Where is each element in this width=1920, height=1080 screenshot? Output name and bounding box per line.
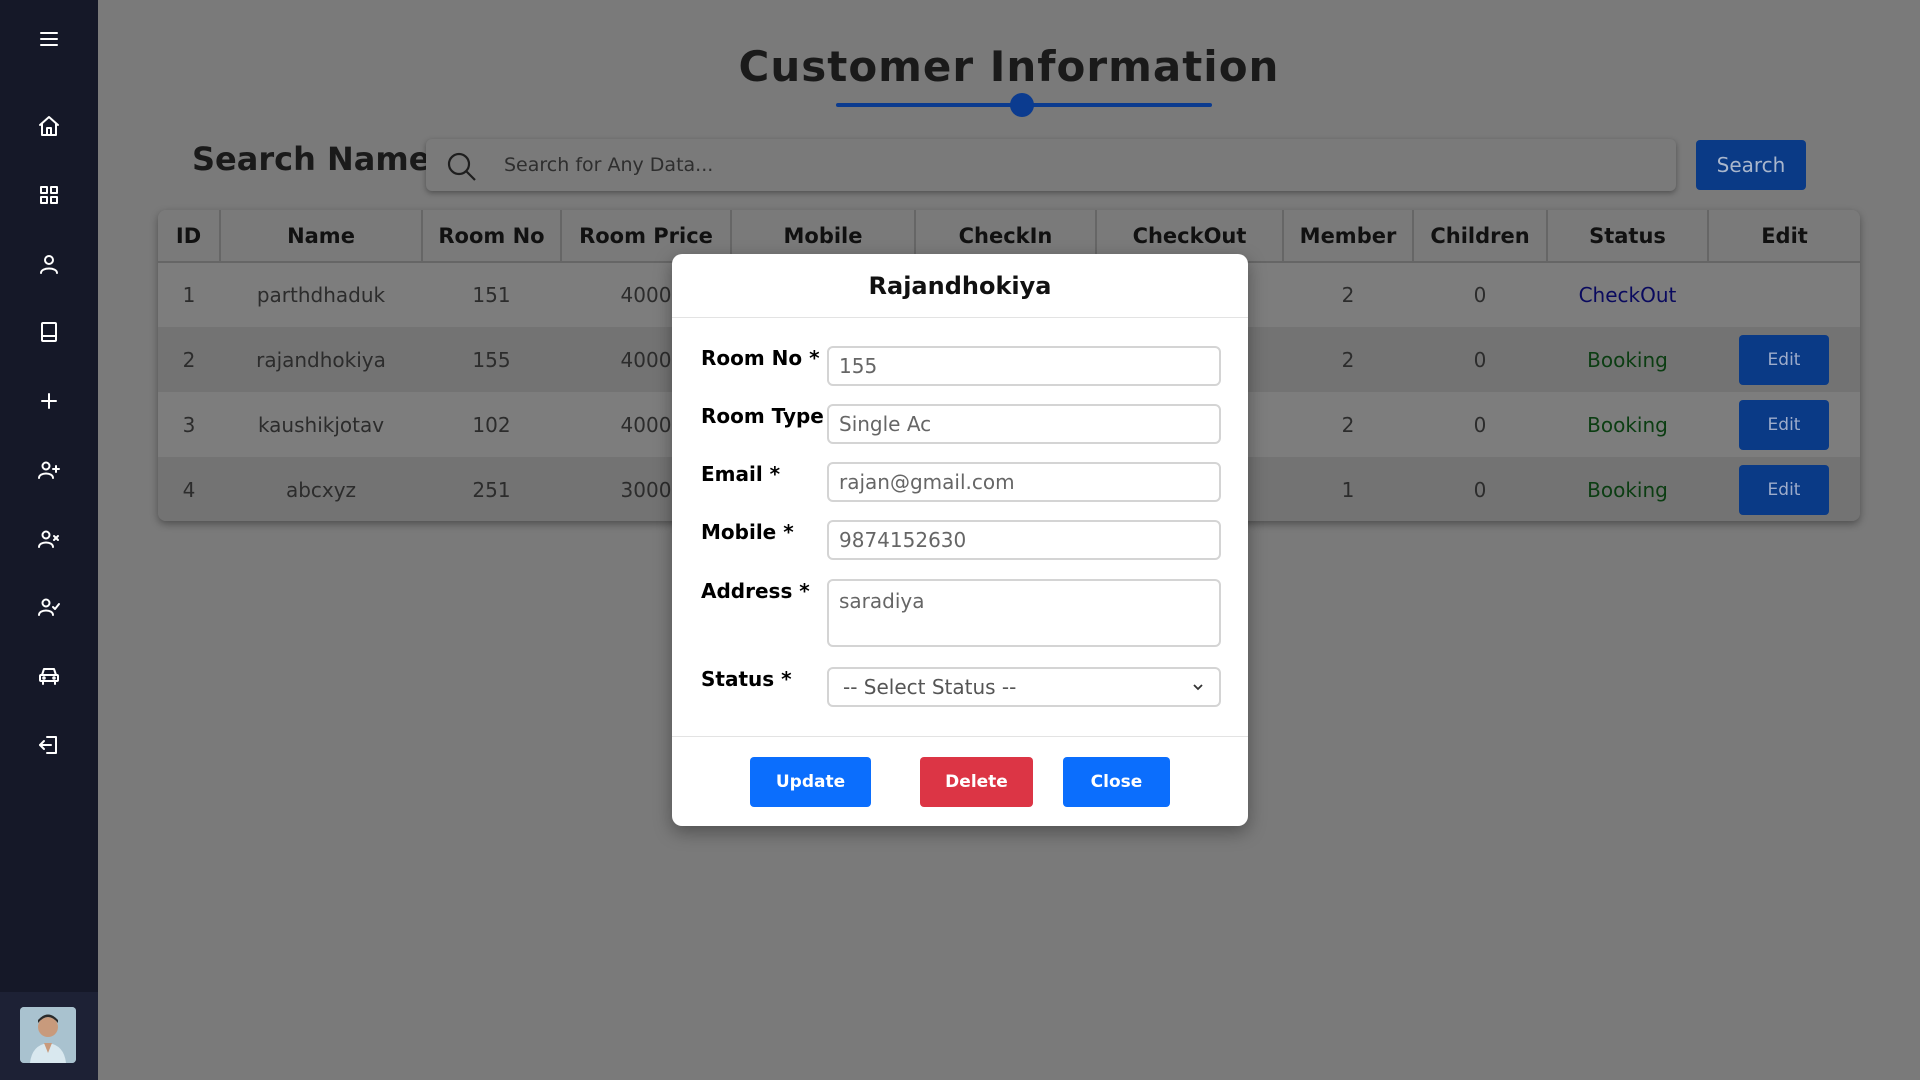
- user-remove-icon[interactable]: [34, 524, 64, 554]
- user-add-icon[interactable]: [34, 455, 64, 485]
- column-header: ID: [158, 210, 221, 263]
- cell-status: CheckOut: [1547, 262, 1708, 327]
- home-icon[interactable]: [34, 111, 64, 141]
- cell-name: abcxyz: [220, 457, 422, 521]
- column-header: Status: [1547, 210, 1709, 263]
- edit-customer-modal: Rajandhokiya Room No * 155 Room Type * S…: [672, 254, 1248, 826]
- cell-room-no: 155: [422, 327, 561, 392]
- cell-member: 1: [1283, 457, 1413, 521]
- status-select-value: -- Select Status --: [843, 675, 1017, 699]
- update-button[interactable]: Update: [750, 757, 871, 807]
- mobile-field[interactable]: 9874152630: [827, 520, 1221, 560]
- cell-id: 1: [158, 262, 220, 327]
- avatar[interactable]: [20, 1007, 76, 1063]
- menu-icon[interactable]: [34, 24, 64, 54]
- cell-name: rajandhokiya: [220, 327, 422, 392]
- plus-icon[interactable]: [34, 386, 64, 416]
- chevron-down-icon: [1191, 675, 1205, 699]
- address-label: Address *: [701, 579, 810, 603]
- cell-member: 2: [1283, 262, 1413, 327]
- sidebar-footer: [0, 992, 98, 1080]
- logout-icon[interactable]: [34, 730, 64, 760]
- modal-header: Rajandhokiya: [672, 254, 1248, 318]
- cell-children: 0: [1413, 327, 1547, 392]
- room-type-field[interactable]: Single Ac: [827, 404, 1221, 444]
- mobile-label: Mobile *: [701, 520, 794, 544]
- delete-button[interactable]: Delete: [920, 757, 1033, 807]
- title-underline-dot: [1010, 93, 1034, 117]
- cell-room-no: 151: [422, 262, 561, 327]
- cell-children: 0: [1413, 262, 1547, 327]
- cell-children: 0: [1413, 457, 1547, 521]
- cell-status: Booking: [1547, 457, 1708, 521]
- address-textarea[interactable]: saradiya: [827, 579, 1221, 647]
- search-input[interactable]: [504, 149, 1654, 181]
- cell-name: parthdhaduk: [220, 262, 422, 327]
- column-header: Name: [220, 210, 423, 263]
- page-title: Customer Information: [738, 42, 1280, 91]
- column-header: Children: [1413, 210, 1548, 263]
- cell-edit: Edit: [1708, 457, 1860, 521]
- room-no-label: Room No *: [701, 346, 820, 370]
- email-field[interactable]: rajan@gmail.com: [827, 462, 1221, 502]
- cell-children: 0: [1413, 392, 1547, 457]
- cell-edit: Edit: [1708, 327, 1860, 392]
- cell-status: Booking: [1547, 392, 1708, 457]
- column-header: Edit: [1708, 210, 1860, 263]
- cell-id: 4: [158, 457, 220, 521]
- cell-id: 2: [158, 327, 220, 392]
- sidebar: [0, 0, 98, 1080]
- cell-room-no: 102: [422, 392, 561, 457]
- cell-status: Booking: [1547, 327, 1708, 392]
- search-button[interactable]: Search: [1696, 140, 1806, 190]
- search-icon: [447, 152, 476, 181]
- cell-member: 2: [1283, 392, 1413, 457]
- room-no-field[interactable]: 155: [827, 346, 1221, 386]
- close-button[interactable]: Close: [1063, 757, 1170, 807]
- room-type-label: Room Type *: [701, 404, 842, 428]
- dashboard-icon[interactable]: [34, 180, 64, 210]
- book-icon[interactable]: [34, 317, 64, 347]
- user-icon[interactable]: [34, 249, 64, 279]
- cell-member: 2: [1283, 327, 1413, 392]
- cell-edit: [1708, 262, 1860, 327]
- modal-footer: Update Delete Close: [672, 736, 1248, 826]
- status-select[interactable]: -- Select Status --: [827, 667, 1221, 707]
- user-check-icon[interactable]: [34, 592, 64, 622]
- modal-title: Rajandhokiya: [868, 271, 1052, 300]
- search-label: Search Name: [192, 140, 431, 178]
- cell-name: kaushikjotav: [220, 392, 422, 457]
- email-label: Email *: [701, 462, 781, 486]
- car-icon[interactable]: [34, 661, 64, 691]
- cell-room-no: 251: [422, 457, 561, 521]
- cell-edit: Edit: [1708, 392, 1860, 457]
- column-header: Room No: [422, 210, 562, 263]
- cell-id: 3: [158, 392, 220, 457]
- status-label: Status *: [701, 667, 792, 691]
- edit-button[interactable]: Edit: [1739, 334, 1829, 385]
- column-header: Member: [1283, 210, 1414, 263]
- search-box: [426, 139, 1676, 191]
- edit-button[interactable]: Edit: [1739, 399, 1829, 450]
- edit-button[interactable]: Edit: [1739, 464, 1829, 515]
